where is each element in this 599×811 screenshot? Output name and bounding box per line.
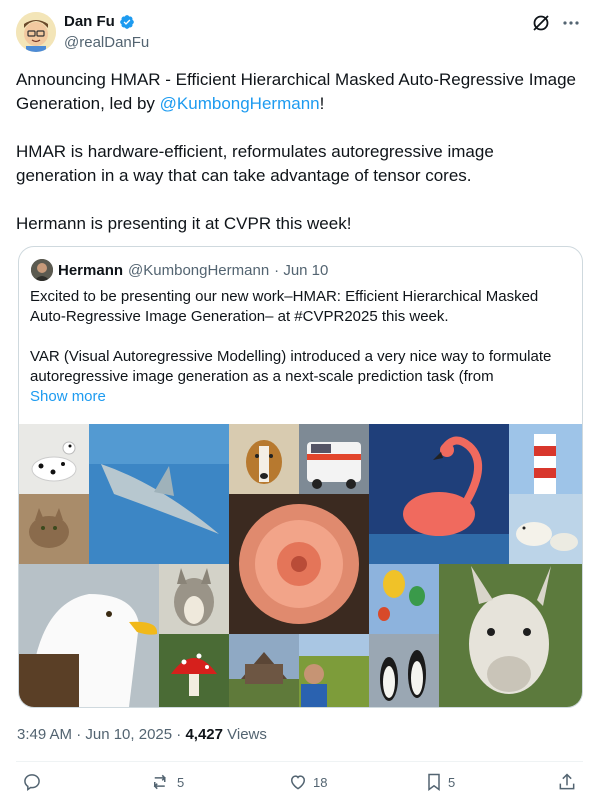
show-more-link[interactable]: Show more bbox=[30, 387, 570, 407]
grok-icon[interactable] bbox=[531, 13, 551, 33]
like-button[interactable]: 18 bbox=[288, 772, 327, 792]
quoted-author-handle: @KumbongHermann bbox=[128, 261, 270, 279]
image-mosaic[interactable] bbox=[19, 424, 582, 707]
quoted-tweet[interactable]: Hermann @KumbongHermann · Jun 10 Excited… bbox=[18, 246, 583, 708]
share-icon bbox=[559, 773, 575, 790]
divider bbox=[16, 761, 583, 762]
tweet: Dan Fu @realDanFu Announcing HMAR - Effi… bbox=[0, 0, 599, 811]
tweet-paragraph-1-suffix: ! bbox=[319, 94, 325, 113]
author-name[interactable]: Dan Fu bbox=[64, 13, 115, 30]
like-icon bbox=[290, 775, 306, 790]
mention-link[interactable]: @KumbongHermann bbox=[160, 94, 320, 113]
sample-images-grid bbox=[19, 424, 582, 707]
like-count: 18 bbox=[313, 774, 328, 790]
tweet-paragraph-1: Announcing HMAR - Efficient Hierarchical… bbox=[16, 68, 576, 116]
share-button[interactable] bbox=[557, 772, 577, 792]
reply-icon bbox=[24, 774, 40, 791]
quoted-author-name: Hermann bbox=[58, 261, 124, 279]
more-options-icon[interactable] bbox=[561, 13, 581, 33]
quoted-header: Hermann @KumbongHermann · Jun 10 bbox=[31, 259, 328, 281]
avatar[interactable] bbox=[16, 12, 56, 52]
reply-button[interactable] bbox=[22, 772, 42, 792]
bookmark-count: 5 bbox=[448, 774, 456, 790]
action-bar: 5 18 5 bbox=[0, 772, 599, 802]
tweet-paragraph-3: Hermann is presenting it at CVPR this we… bbox=[16, 214, 352, 233]
tweet-paragraph-2: HMAR is hardware-efficient, reformulates… bbox=[16, 142, 494, 185]
views-label: Views bbox=[222, 726, 267, 743]
quoted-date: · Jun 10 bbox=[274, 261, 329, 279]
timestamp-and-views: 3:49 AM · Jun 10, 2025 · 4,427 Views bbox=[17, 726, 267, 743]
author-name-row: Dan Fu bbox=[64, 13, 135, 30]
verified-badge-icon bbox=[120, 14, 134, 29]
quoted-paragraph-1: Excited to be presenting our new work–HM… bbox=[30, 288, 539, 325]
bookmark-button[interactable]: 5 bbox=[425, 772, 455, 792]
repost-button[interactable]: 5 bbox=[150, 772, 184, 792]
timestamp[interactable]: 3:49 AM · Jun 10, 2025 · bbox=[17, 726, 185, 743]
views-count: 4,427 bbox=[185, 726, 223, 743]
bookmark-icon bbox=[428, 773, 440, 791]
quoted-text: Excited to be presenting our new work–HM… bbox=[30, 287, 570, 407]
quoted-paragraph-2: VAR (Visual Autoregressive Modelling) in… bbox=[30, 348, 552, 385]
repost-icon bbox=[153, 774, 166, 790]
top-actions bbox=[531, 13, 581, 33]
author-handle[interactable]: @realDanFu bbox=[64, 34, 149, 51]
quoted-avatar bbox=[31, 259, 53, 281]
repost-count: 5 bbox=[177, 774, 185, 790]
tweet-text: Announcing HMAR - Efficient Hierarchical… bbox=[16, 68, 576, 236]
